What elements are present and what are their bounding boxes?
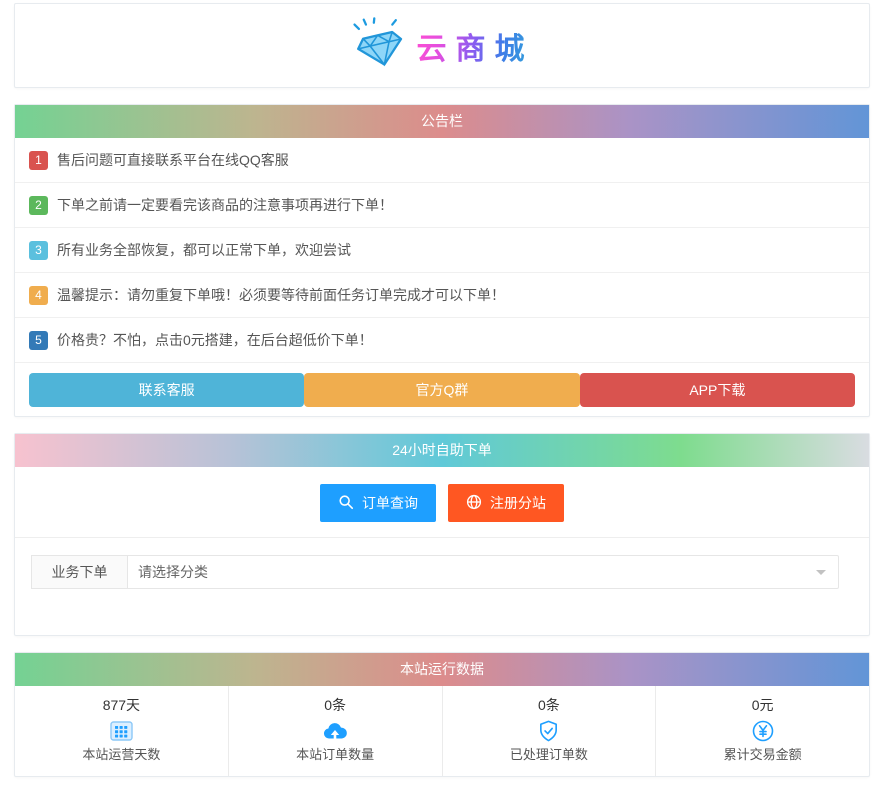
- notice-text: 温馨提示：请勿重复下单哦！必须要等待前面任务订单完成才可以下单！: [57, 285, 505, 305]
- stat-label: 本站运营天数: [15, 745, 228, 765]
- stat-label: 累计交易金额: [656, 745, 869, 765]
- app-download-button[interactable]: APP下载: [580, 373, 855, 407]
- official-qq-group-button[interactable]: 官方Q群: [304, 373, 579, 407]
- notice-text: 售后问题可直接联系平台在线QQ客服: [57, 150, 289, 170]
- site-title: 云商城: [417, 24, 534, 68]
- category-select[interactable]: 请选择分类: [128, 555, 839, 589]
- notice-item: 1 售后问题可直接联系平台在线QQ客服: [15, 138, 869, 183]
- order-form-label: 业务下单: [31, 555, 128, 589]
- order-form: 业务下单 请选择分类: [31, 555, 839, 589]
- search-icon: [338, 494, 354, 513]
- logo-card: 云商城: [14, 3, 870, 88]
- order-card: 24小时自助下单 订单查询: [14, 433, 870, 636]
- stat-label: 已处理订单数: [443, 745, 656, 765]
- chevron-down-icon[interactable]: [816, 570, 826, 580]
- notice-text: 下单之前请一定要看完该商品的注意事项再进行下单！: [57, 195, 393, 215]
- yen-circle-icon: [656, 717, 869, 744]
- stat-item: 877天本站运营天数: [15, 686, 229, 776]
- globe-icon: [466, 494, 482, 513]
- notice-number-badge: 4: [29, 286, 48, 305]
- notice-item: 4 温馨提示：请勿重复下单哦！必须要等待前面任务订单完成才可以下单！: [15, 273, 869, 318]
- category-select-value: 请选择分类: [138, 564, 208, 580]
- register-substation-button[interactable]: 注册分站: [448, 484, 564, 522]
- stat-label: 本站订单数量: [229, 745, 442, 765]
- stats-card: 本站运行数据 877天本站运营天数0条本站订单数量0条已处理订单数0元累计交易金…: [14, 652, 870, 777]
- notice-number-badge: 1: [29, 151, 48, 170]
- stat-item: 0条已处理订单数: [443, 686, 657, 776]
- announcement-header: 公告栏: [15, 105, 869, 138]
- stat-value: 0条: [443, 694, 656, 717]
- notice-item: 3 所有业务全部恢复，都可以正常下单，欢迎尝试: [15, 228, 869, 273]
- stat-value: 0元: [656, 694, 869, 717]
- order-header: 24小时自助下单: [15, 434, 869, 467]
- diamond-icon: [351, 17, 409, 74]
- notice-list: 1 售后问题可直接联系平台在线QQ客服 2 下单之前请一定要看完该商品的注意事项再进行…: [15, 138, 869, 363]
- shield-check-icon: [443, 717, 656, 744]
- stat-value: 877天: [15, 694, 228, 717]
- contact-support-button[interactable]: 联系客服: [29, 373, 304, 407]
- calendar-grid-icon: [15, 717, 228, 744]
- notice-number-badge: 5: [29, 331, 48, 350]
- stat-item: 0元累计交易金额: [656, 686, 869, 776]
- notice-number-badge: 3: [29, 241, 48, 260]
- register-substation-label: 注册分站: [490, 493, 546, 513]
- notice-text: 所有业务全部恢复，都可以正常下单，欢迎尝试: [57, 240, 351, 260]
- notice-button-row: 联系客服官方Q群APP下载: [15, 363, 869, 416]
- stat-item: 0条本站订单数量: [229, 686, 443, 776]
- announcement-card: 公告栏 1 售后问题可直接联系平台在线QQ客服 2 下单之前请一定要看完该商品的注意事…: [14, 104, 870, 417]
- site-logo: 云商城: [351, 17, 534, 74]
- cloud-upload-icon: [229, 717, 442, 744]
- notice-text: 价格贵？不怕，点击0元搭建，在后台超低价下单！: [57, 330, 373, 350]
- notice-item: 2 下单之前请一定要看完该商品的注意事项再进行下单！: [15, 183, 869, 228]
- order-query-button[interactable]: 订单查询: [320, 484, 436, 522]
- stats-header: 本站运行数据: [15, 653, 869, 686]
- order-query-label: 订单查询: [362, 493, 418, 513]
- notice-number-badge: 2: [29, 196, 48, 215]
- stats-row: 877天本站运营天数0条本站订单数量0条已处理订单数0元累计交易金额: [15, 686, 869, 776]
- notice-item: 5 价格贵？不怕，点击0元搭建，在后台超低价下单！: [15, 318, 869, 363]
- order-actions: 订单查询 注册分站: [15, 467, 869, 538]
- stat-value: 0条: [229, 694, 442, 717]
- page: 云商城 公告栏 1 售后问题可直接联系平台在线QQ客服 2 下单之前请一定要看完该商品…: [14, 3, 870, 777]
